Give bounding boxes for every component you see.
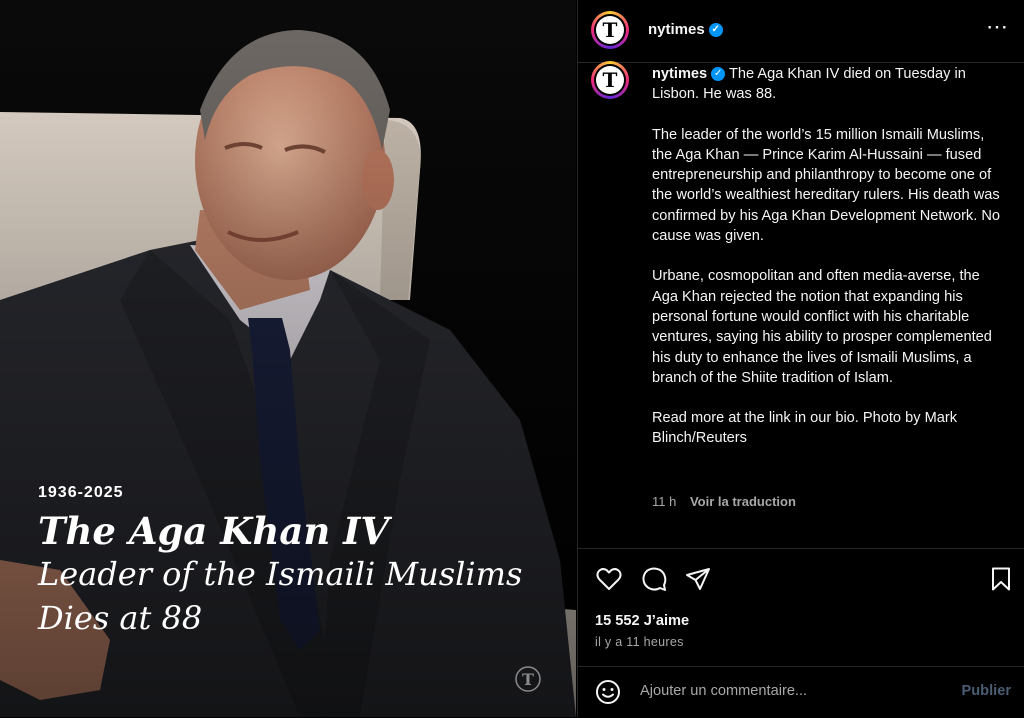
years-label: 1936-2025 — [38, 484, 124, 501]
caption-verified-badge-icon: ✓ — [711, 67, 726, 82]
header-username-row[interactable]: nytimes ✓ — [648, 21, 723, 38]
comment-input[interactable]: Ajouter un commentaire... — [640, 683, 807, 699]
avatar[interactable]: T — [591, 11, 629, 49]
caption-paragraph-2: The leader of the world’s 15 million Ism… — [652, 126, 1000, 245]
caption-avatar-logo: T — [596, 66, 624, 94]
post-photo[interactable]: 1936-2025 The Aga Khan IV Leader of the … — [0, 0, 576, 717]
comment-bar: Ajouter un commentaire... Publier — [578, 666, 1024, 718]
caption-meta: 11 h Voir la traduction — [652, 494, 796, 509]
emoji-smiley-icon[interactable] — [595, 679, 621, 705]
action-bar: 15 552 J’aime il y a 11 heures Ajouter u… — [578, 548, 1024, 717]
publish-button[interactable]: Publier — [962, 683, 1011, 699]
caption-username[interactable]: nytimes — [652, 66, 707, 82]
post-caption: nytimes ✓ The Aga Khan IV died on Tuesday… — [652, 64, 1002, 469]
verified-badge-icon: ✓ — [708, 23, 723, 38]
caption-paragraph-1: nytimes ✓ The Aga Khan IV died on Tuesday… — [652, 64, 1002, 105]
bookmark-icon[interactable] — [987, 565, 1015, 593]
svg-text:T: T — [522, 670, 534, 689]
headline-subtitle-line2: Dies at 88 — [38, 599, 203, 637]
caption-age: 11 h — [652, 494, 677, 509]
headline-subtitle-line1: Leader of the Ismaili Muslims — [38, 555, 523, 593]
like-heart-icon[interactable] — [595, 565, 623, 593]
share-paper-plane-icon[interactable] — [684, 565, 712, 593]
headline-title: The Aga Khan IV — [38, 509, 390, 553]
comment-bubble-icon[interactable] — [640, 565, 668, 593]
more-options-icon[interactable]: ⋯ — [986, 16, 1009, 38]
headline-overlay: 1936-2025 The Aga Khan IV Leader of the … — [38, 484, 558, 640]
avatar-logo: T — [596, 16, 624, 44]
post-timestamp[interactable]: il y a 11 heures — [595, 635, 684, 649]
post-header: T nytimes ✓ ⋯ — [578, 0, 1024, 63]
nyt-watermark-icon: T — [515, 666, 541, 692]
post-panel: T nytimes ✓ ⋯ T nytimes ✓ The Aga Khan IV … — [577, 0, 1024, 717]
header-username[interactable]: nytimes — [648, 21, 705, 38]
likes-count[interactable]: 15 552 J’aime — [595, 613, 689, 629]
translate-link[interactable]: Voir la traduction — [690, 494, 796, 509]
caption-avatar[interactable]: T — [591, 61, 629, 99]
caption-paragraph-4: Read more at the link in our bio. Photo … — [652, 410, 958, 447]
caption-paragraph-3: Urbane, cosmopolitan and often media-ave… — [652, 268, 992, 386]
